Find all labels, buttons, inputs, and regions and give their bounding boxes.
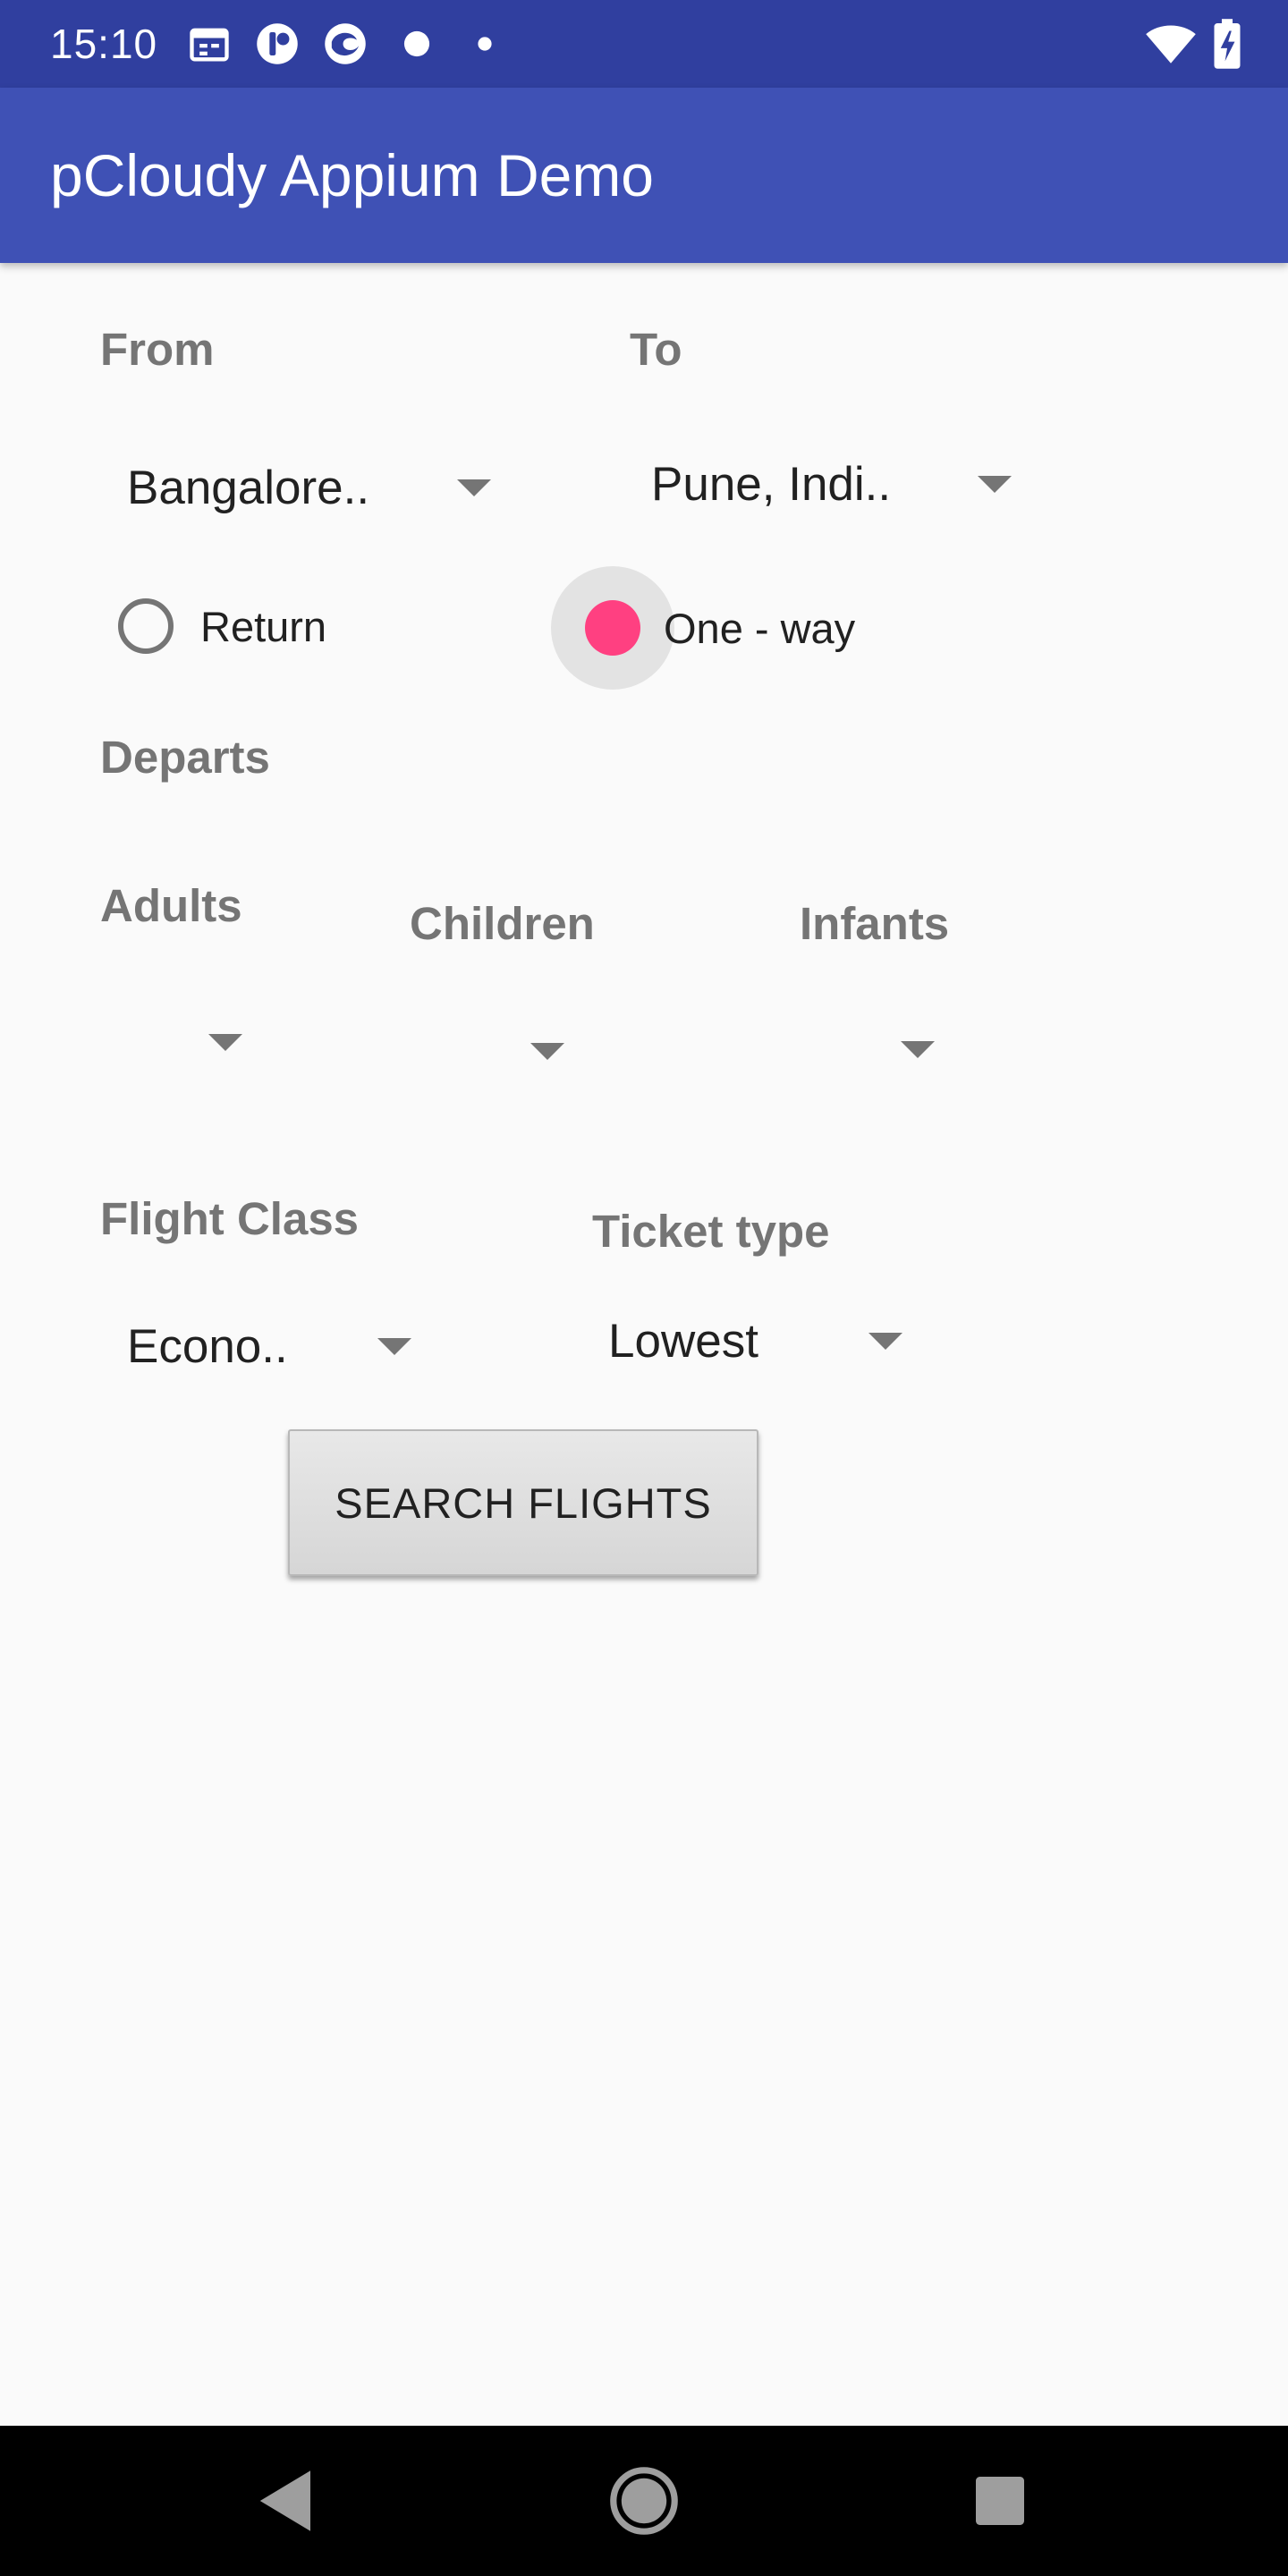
ticket-type-spinner[interactable]: Lowest — [608, 1297, 912, 1386]
adults-label: Adults — [100, 880, 242, 931]
status-time: 15:10 — [50, 21, 158, 67]
from-dropdown-arrow-icon — [457, 479, 491, 496]
radio-checked-icon — [585, 600, 640, 656]
to-label: To — [630, 324, 682, 375]
wifi-icon — [1145, 18, 1197, 70]
flight-class-dropdown-arrow-icon — [377, 1338, 411, 1355]
ticket-type-dropdown-arrow-icon — [869, 1333, 902, 1350]
home-icon[interactable] — [596, 2453, 692, 2549]
to-spinner-value: Pune, Indi.. — [651, 458, 892, 511]
children-spinner[interactable] — [410, 1021, 606, 1093]
infants-dropdown-arrow-icon — [901, 1041, 935, 1058]
one-way-radio[interactable]: One - way — [551, 566, 873, 691]
to-spinner[interactable]: Pune, Indi.. — [651, 440, 1027, 530]
from-spinner-value: Bangalore.. — [127, 462, 370, 514]
battery-charging-icon — [1209, 18, 1245, 70]
children-dropdown-arrow-icon — [530, 1043, 564, 1060]
infants-label: Infants — [800, 898, 950, 949]
radio-unchecked-icon — [118, 598, 174, 654]
navigation-bar — [0, 2426, 1288, 2576]
calendar-icon — [186, 21, 233, 67]
app-bar: pCloudy Appium Demo — [0, 88, 1288, 263]
ticket-type-label: Ticket type — [592, 1206, 830, 1257]
return-radio-label: Return — [200, 603, 327, 650]
flight-class-spinner[interactable]: Econo.. — [127, 1302, 431, 1392]
page-title: pCloudy Appium Demo — [50, 142, 655, 208]
recents-icon[interactable] — [952, 2453, 1048, 2549]
adults-spinner[interactable] — [100, 1013, 297, 1084]
search-flights-button[interactable]: SEARCH FLIGHTS — [288, 1429, 758, 1576]
adults-dropdown-arrow-icon — [208, 1034, 242, 1051]
ticket-type-spinner-value: Lowest — [608, 1315, 758, 1368]
back-icon[interactable] — [238, 2453, 335, 2549]
app-icon-r — [254, 21, 301, 67]
flight-class-spinner-value: Econo.. — [127, 1320, 288, 1373]
flight-class-label: Flight Class — [100, 1193, 360, 1244]
app-icon-swirl — [322, 21, 369, 67]
to-dropdown-arrow-icon — [978, 476, 1012, 493]
dot-icon — [394, 21, 440, 67]
small-dot-icon — [462, 21, 508, 67]
children-label: Children — [410, 898, 595, 949]
infants-spinner[interactable] — [800, 1021, 996, 1093]
one-way-radio-label: One - way — [664, 605, 856, 652]
from-label: From — [100, 324, 215, 375]
from-spinner[interactable]: Bangalore.. — [127, 444, 503, 533]
departs-label: Departs — [100, 732, 270, 783]
status-bar: 15:10 — [0, 0, 1288, 88]
return-radio[interactable]: Return — [107, 574, 394, 682]
